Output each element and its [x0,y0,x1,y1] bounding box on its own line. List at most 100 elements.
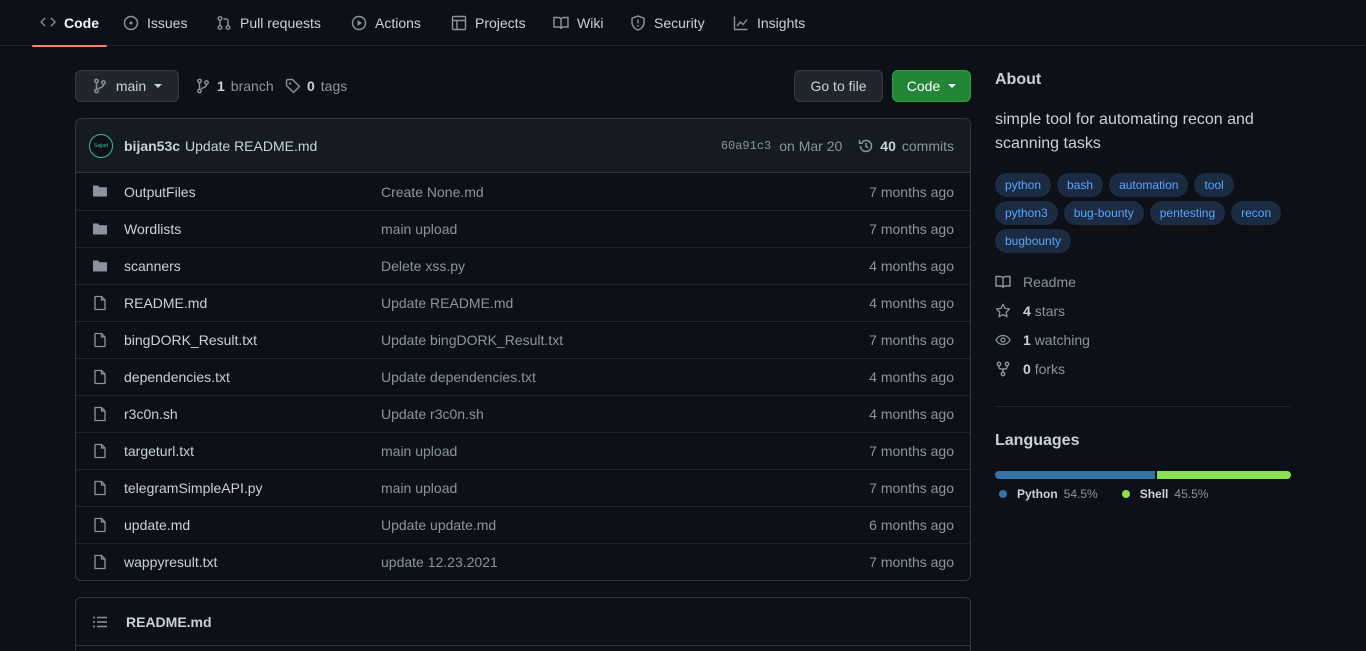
list-unordered-icon[interactable] [92,614,108,630]
file-name[interactable]: targeturl.txt [124,443,194,459]
tab-projects-label: Projects [475,15,526,31]
tab-actions-label: Actions [375,15,421,31]
file-commit-message[interactable]: Update r3c0n.sh [381,406,484,422]
branches-label: branch [230,78,274,94]
table-row[interactable]: wappyresult.txt update 12.23.2021 7 months… [76,543,970,580]
file-commit-message[interactable]: main upload [381,221,457,237]
readme-link[interactable]: Readme [995,274,1076,290]
table-row[interactable]: scanners Delete xss.py 4 months ago [76,247,970,284]
stars-link[interactable]: 4 stars [995,303,1065,319]
tab-insights[interactable]: Insights [733,0,805,46]
file-name[interactable]: wappyresult.txt [124,554,217,570]
branch-name: main [115,78,147,94]
topic-tag[interactable]: recon [1231,201,1282,225]
readme-link-label: Readme [1023,274,1076,290]
repo-nav: Code Issues Pull requests Actions Projec… [0,0,1366,47]
table-row[interactable]: README.md Update README.md 4 months ago [76,284,970,321]
book-icon [553,16,569,30]
tab-actions[interactable]: Actions [351,0,421,46]
tab-wiki[interactable]: Wiki [553,0,603,46]
file-name[interactable]: bingDORK_Result.txt [124,332,257,348]
stars-label: stars [1034,303,1066,319]
table-row[interactable]: r3c0n.sh Update r3c0n.sh 4 months ago [76,395,970,432]
file-commit-message[interactable]: update 12.23.2021 [381,554,498,570]
language-list: Python 54.5% Shell 45.5% [999,487,1208,501]
code-dropdown-button[interactable]: Code [892,70,971,102]
branches-link[interactable]: 1 branch [195,70,274,102]
tab-projects[interactable]: Projects [451,0,526,46]
play-icon [351,15,367,31]
file-rows: OutputFiles Create None.md 7 months ago Wor… [76,173,970,580]
tab-issues[interactable]: Issues [123,0,187,46]
file-age: 4 months ago [869,406,954,422]
file-icon [94,332,106,348]
go-to-file-button[interactable]: Go to file [794,70,883,102]
language-percent: 45.5% [1174,487,1209,501]
forks-count: 0 [1023,361,1031,377]
file-name[interactable]: update.md [124,517,190,533]
file-age: 4 months ago [869,369,954,385]
file-commit-message[interactable]: Delete xss.py [381,258,465,274]
topic-tag[interactable]: pentesting [1149,201,1226,225]
tab-security[interactable]: Security [630,0,705,46]
go-to-file-label: Go to file [810,78,867,94]
topic-tag[interactable]: python3 [995,201,1058,225]
tab-pull-requests[interactable]: Pull requests [216,0,321,46]
watching-label: watching [1034,332,1090,348]
table-row[interactable]: bingDORK_Result.txt Update bingDORK_Resul… [76,321,970,358]
file-commit-message[interactable]: Update bingDORK_Result.txt [381,332,563,348]
table-row[interactable]: telegramSimpleAPI.py main upload 7 months … [76,469,970,506]
tab-issues-label: Issues [147,15,188,31]
language-item[interactable]: Python 54.5% [999,487,1098,501]
file-commit-message[interactable]: Update update.md [381,517,496,533]
commit-date: on Mar 20 [779,138,843,154]
topic-tag[interactable]: bugbounty [995,229,1072,253]
file-name[interactable]: dependencies.txt [124,369,230,385]
tab-insights-label: Insights [757,15,806,31]
file-name[interactable]: telegramSimpleAPI.py [124,480,263,496]
forks-link[interactable]: 0 forks [995,361,1065,377]
commit-message[interactable]: Update README.md [185,138,317,154]
file-commit-message[interactable]: Update dependencies.txt [381,369,536,385]
topic-tag[interactable]: automation [1109,173,1189,197]
file-icon [94,295,106,311]
table-row[interactable]: targeturl.txt main upload 7 months ago [76,432,970,469]
readme-title[interactable]: README.md [126,614,212,630]
watching-link[interactable]: 1 watching [995,332,1090,348]
file-commit-message[interactable]: main upload [381,480,457,496]
tab-security-label: Security [654,15,705,31]
table-row[interactable]: Wordlists main upload 7 months ago [76,210,970,247]
table-row[interactable]: update.md Update update.md 6 months ago [76,506,970,543]
file-name[interactable]: scanners [124,258,181,274]
file-commit-message[interactable]: main upload [381,443,457,459]
commit-sha[interactable]: 60a91c3 [721,139,771,153]
readme-panel: README.md [75,597,971,651]
topic-tag[interactable]: python [995,173,1052,197]
file-commit-message[interactable]: Update README.md [381,295,513,311]
topic-tag[interactable]: bash [1057,173,1104,197]
file-name[interactable]: Wordlists [124,221,181,237]
file-name[interactable]: r3c0n.sh [124,406,178,422]
commits-link[interactable]: 40 commits [858,138,954,154]
avatar[interactable]: Sajjad [89,133,113,158]
commit-author[interactable]: bijan53c [124,138,180,154]
file-icon [94,406,106,422]
tags-link[interactable]: 0 tags [285,70,347,102]
topic-tag[interactable]: bug-bounty [1063,201,1144,225]
table-row[interactable]: OutputFiles Create None.md 7 months ago [76,173,970,210]
file-icon [94,443,106,459]
branch-select-button[interactable]: main [75,70,179,102]
table-row[interactable]: dependencies.txt Update dependencies.txt 4… [76,358,970,395]
shield-icon [631,15,645,31]
file-age: 6 months ago [869,517,954,533]
topic-tag[interactable]: tool [1194,173,1234,197]
watching-count: 1 [1023,332,1031,348]
language-item[interactable]: Shell 45.5% [1121,487,1209,501]
tab-code[interactable]: Code [32,0,107,47]
file-name[interactable]: README.md [124,295,207,311]
file-age: 7 months ago [869,480,954,496]
file-name[interactable]: OutputFiles [124,184,196,200]
tags-label: tags [320,78,348,94]
pull-request-icon [217,16,231,30]
file-commit-message[interactable]: Create None.md [381,184,484,200]
